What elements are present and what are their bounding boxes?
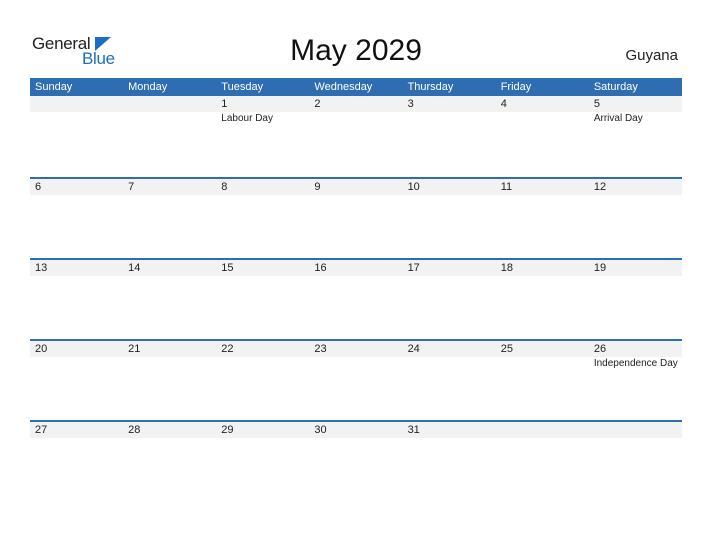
day-number-bar: 6 7 8 9 10 11 12 xyxy=(30,179,682,195)
holiday-label xyxy=(496,276,589,277)
day-number: 25 xyxy=(500,343,513,355)
day-number: 20 xyxy=(35,343,48,355)
holiday-label xyxy=(309,276,402,277)
day-number-bar: 1 2 3 4 5 xyxy=(30,96,682,112)
day-number: 13 xyxy=(35,262,48,274)
day-number: 9 xyxy=(314,181,321,193)
day-number: 29 xyxy=(221,424,234,436)
weekday-monday: Monday xyxy=(128,81,168,93)
day-number: 27 xyxy=(35,424,48,436)
holiday-label xyxy=(496,112,589,124)
day-number: 6 xyxy=(35,181,42,193)
day-number xyxy=(30,96,123,112)
holiday-label xyxy=(216,195,309,196)
holiday-label xyxy=(589,276,682,277)
day-number: 11 xyxy=(500,181,513,193)
day-number: 7 xyxy=(128,181,135,193)
day-number: 23 xyxy=(314,343,327,355)
weekday-saturday: Saturday xyxy=(593,81,638,93)
events-row: Labour Day Arrival Day xyxy=(30,112,682,124)
country-label: Guyana xyxy=(625,47,678,64)
day-number: 10 xyxy=(407,181,420,193)
events-row xyxy=(30,195,682,196)
day-number xyxy=(123,96,216,112)
holiday-label: Independence Day xyxy=(593,358,678,369)
holiday-label xyxy=(403,276,496,277)
calendar-grid: Sunday Monday Tuesday Wednesday Thursday… xyxy=(30,78,682,501)
weekday-thursday: Thursday xyxy=(407,81,454,93)
holiday-label: Arrival Day xyxy=(593,113,643,124)
holiday-label xyxy=(589,438,682,439)
day-number: 21 xyxy=(128,343,141,355)
day-number: 28 xyxy=(128,424,141,436)
events-row: Independence Day xyxy=(30,357,682,369)
day-number: 1 xyxy=(221,98,228,110)
weekday-wednesday: Wednesday xyxy=(314,81,373,93)
day-number: 26 xyxy=(593,343,607,355)
holiday-label xyxy=(309,357,402,369)
day-number xyxy=(589,422,682,438)
holiday-label xyxy=(309,195,402,196)
day-number: 18 xyxy=(500,262,513,274)
holiday-label xyxy=(496,438,589,439)
week-row: 27 28 29 30 31 xyxy=(30,420,682,501)
day-number: 5 xyxy=(593,98,600,110)
day-number: 19 xyxy=(593,262,607,274)
holiday-label xyxy=(496,195,589,196)
holiday-label xyxy=(403,357,496,369)
week-row: 13 14 15 16 17 18 19 xyxy=(30,258,682,339)
day-number-bar: 13 14 15 16 17 18 19 xyxy=(30,260,682,276)
holiday-label xyxy=(496,357,589,369)
week-row: 1 2 3 4 5 Labour Day Arrival Day xyxy=(30,96,682,177)
holiday-label xyxy=(309,438,402,439)
day-number-bar: 20 21 22 23 24 25 26 xyxy=(30,341,682,357)
week-row: 6 7 8 9 10 11 12 xyxy=(30,177,682,258)
holiday-label xyxy=(123,195,216,196)
holiday-label xyxy=(30,357,123,369)
day-number: 12 xyxy=(593,181,607,193)
day-number-bar: 27 28 29 30 31 xyxy=(30,422,682,438)
holiday-label xyxy=(123,276,216,277)
day-number: 4 xyxy=(500,98,507,110)
holiday-label xyxy=(403,195,496,196)
day-number: 24 xyxy=(407,343,420,355)
day-number: 31 xyxy=(407,424,420,436)
holiday-label xyxy=(589,195,682,196)
holiday-label xyxy=(309,112,402,124)
day-number: 3 xyxy=(407,98,414,110)
holiday-label xyxy=(30,195,123,196)
events-row xyxy=(30,438,682,439)
day-number: 8 xyxy=(221,181,228,193)
day-number: 16 xyxy=(314,262,327,274)
holiday-label xyxy=(123,112,216,124)
day-number: 17 xyxy=(407,262,420,274)
day-number: 14 xyxy=(128,262,141,274)
holiday-label xyxy=(30,276,123,277)
weekday-tuesday: Tuesday xyxy=(221,81,264,93)
holiday-label xyxy=(123,438,216,439)
holiday-label xyxy=(216,276,309,277)
day-number: 2 xyxy=(314,98,321,110)
holiday-label xyxy=(123,357,216,369)
day-number: 22 xyxy=(221,343,234,355)
day-number: 30 xyxy=(314,424,327,436)
weekday-sunday: Sunday xyxy=(35,81,73,93)
weekday-friday: Friday xyxy=(500,81,532,93)
calendar-title: May 2029 xyxy=(290,34,422,67)
day-number xyxy=(496,422,589,438)
week-row: 20 21 22 23 24 25 26 Independence Day xyxy=(30,339,682,420)
events-row xyxy=(30,276,682,277)
holiday-label xyxy=(403,438,496,439)
holiday-label xyxy=(30,112,123,124)
holiday-label xyxy=(403,112,496,124)
holiday-label: Labour Day xyxy=(221,113,273,124)
day-number: 15 xyxy=(221,262,234,274)
holiday-label xyxy=(216,438,309,439)
holiday-label xyxy=(216,357,309,369)
holiday-label xyxy=(30,438,123,439)
weekday-header: Sunday Monday Tuesday Wednesday Thursday… xyxy=(30,78,682,96)
